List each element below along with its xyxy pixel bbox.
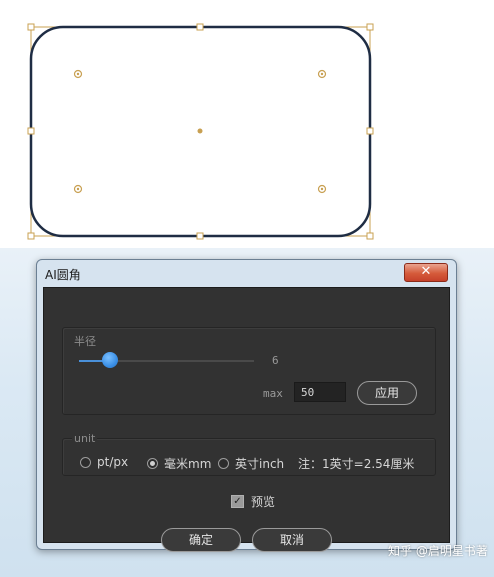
handle-middle-left[interactable] (27, 127, 35, 135)
handle-top-center[interactable] (196, 23, 204, 31)
max-label: max (263, 387, 283, 400)
corner-widget-dot (76, 72, 80, 76)
unit-option-label: 毫米mm (164, 457, 212, 471)
ai-round-corner-dialog: AI圆角 ✕ 半径 6 max 50 应用 unit pt/px 毫米mm 英寸… (36, 259, 457, 552)
artboard (27, 23, 374, 240)
preview-checkbox[interactable]: ✓ 预览 (231, 493, 275, 510)
unit-option-inch[interactable]: 英寸inch (218, 455, 284, 472)
preview-label: 预览 (251, 495, 276, 509)
handle-bottom-right[interactable] (366, 232, 374, 240)
ok-button[interactable]: 确定 (161, 528, 241, 552)
radius-group-label: 半径 (72, 333, 98, 349)
dialog-titlebar[interactable]: AI圆角 ✕ (37, 260, 456, 286)
corner-widget-dot (320, 72, 324, 76)
close-button[interactable]: ✕ (404, 263, 448, 282)
unit-option-ptpx[interactable]: pt/px (80, 455, 128, 469)
radio-button-icon (218, 458, 229, 469)
cancel-button[interactable]: 取消 (252, 528, 332, 552)
apply-button[interactable]: 应用 (357, 381, 417, 405)
radius-slider-value: 6 (272, 354, 279, 367)
corner-widget-dot (320, 187, 324, 191)
radius-slider-fill (79, 360, 104, 362)
watermark: 知乎 @启明星书著 (388, 544, 488, 558)
handle-bottom-center[interactable] (196, 232, 204, 240)
dialog-title: AI圆角 (45, 268, 81, 282)
unit-option-mm[interactable]: 毫米mm (147, 455, 211, 472)
handle-bottom-left[interactable] (27, 232, 35, 240)
handle-top-right[interactable] (366, 23, 374, 31)
radius-slider-thumb[interactable] (102, 352, 118, 368)
corner-widget-dot (76, 187, 80, 191)
checkbox-checked-icon: ✓ (231, 495, 244, 508)
radio-button-icon (80, 456, 91, 468)
max-input[interactable]: 50 (294, 382, 346, 402)
unit-group-label: unit (72, 432, 98, 445)
handle-top-left[interactable] (27, 23, 35, 31)
close-icon: ✕ (420, 264, 432, 279)
dialog-body: 半径 6 max 50 应用 unit pt/px 毫米mm 英寸inch 注：… (43, 287, 450, 552)
handle-middle-right[interactable] (366, 127, 374, 135)
center-point (197, 128, 203, 134)
radio-button-checked-icon (147, 458, 158, 469)
unit-option-label: 英寸inch (235, 457, 285, 471)
unit-option-label: pt/px (97, 455, 129, 469)
unit-note: 注：1英寸=2.54厘米 (298, 457, 415, 471)
